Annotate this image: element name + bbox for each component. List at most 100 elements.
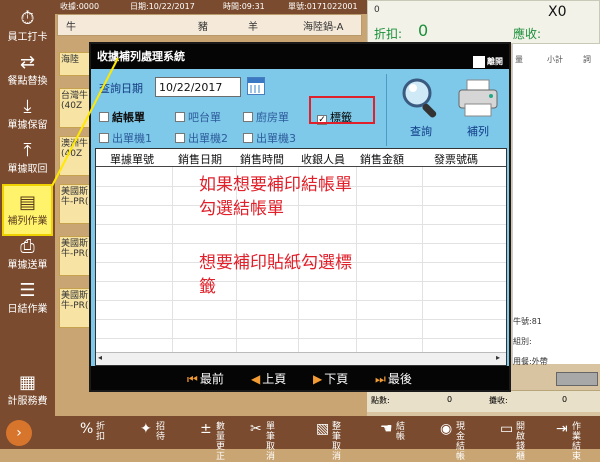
swap-icon: ⇄ bbox=[19, 52, 36, 73]
checkbox-bar[interactable]: 吧台單 bbox=[175, 109, 221, 125]
button-label: 開啟錢櫃 bbox=[516, 422, 526, 462]
open-drawer-button[interactable]: ▭ 開啟錢櫃 bbox=[500, 419, 540, 462]
quantity-fix-button[interactable]: ± 數量更正 bbox=[200, 419, 240, 462]
coin-button[interactable] bbox=[556, 372, 598, 386]
highlight-box bbox=[309, 96, 375, 124]
product-tile[interactable]: 美國斯牛-PR( bbox=[59, 184, 92, 224]
button-label: 作業結束 bbox=[572, 422, 582, 462]
void-item-button[interactable]: ✂ 單筆取消 bbox=[250, 419, 290, 462]
button-label: 現金結帳 bbox=[456, 422, 466, 462]
checkbox-receipt[interactable]: 結帳單 bbox=[99, 109, 145, 125]
download-icon: ⤓ bbox=[23, 96, 32, 117]
last-page-button[interactable]: ⏭ 最後 bbox=[375, 370, 412, 387]
sidebar-item-label: 單據保留 bbox=[7, 120, 48, 131]
void-order-button[interactable]: ▧ 整筆取消 bbox=[316, 419, 356, 462]
product-tile[interactable]: 澳洲牛(40Z bbox=[59, 136, 92, 176]
last-page-icon: ⏭ bbox=[375, 372, 386, 386]
toolbar-divider bbox=[386, 74, 387, 146]
category-info: 組別: bbox=[513, 337, 532, 346]
reprint-dialog: 收據補列處理系統 離開 查詢日期 結帳單 吧台單 廚房單 ✓標籤 出單機1 出單… bbox=[89, 42, 511, 392]
checkbox-kitchen[interactable]: 廚房單 bbox=[243, 109, 289, 125]
order-no: 單號:0171022001 bbox=[288, 2, 358, 11]
calendar-icon[interactable] bbox=[247, 77, 265, 95]
next-page-button[interactable]: ▶ 下頁 bbox=[313, 370, 348, 387]
search-label: 查詢 bbox=[410, 125, 432, 138]
discount-value: 0 bbox=[418, 21, 429, 40]
search-button[interactable]: 查詢 bbox=[397, 76, 445, 144]
checkbox-box[interactable] bbox=[99, 133, 109, 143]
dining-type: 用餐:外帶 bbox=[513, 357, 548, 366]
list-header: 小計 bbox=[547, 55, 563, 64]
coin-count: 0 bbox=[374, 5, 380, 15]
sidebar-item-daily-close[interactable]: ☰ 日結作業 bbox=[2, 274, 53, 326]
time-display: 時間:09:31 bbox=[223, 2, 265, 11]
list-header: 量 bbox=[515, 55, 523, 64]
annotation-receipt: 如果想要補印結帳單 勾選結帳單 bbox=[199, 175, 352, 219]
category-tab[interactable]: 牛 bbox=[66, 18, 76, 33]
printer-icon bbox=[458, 79, 498, 117]
product-tile[interactable]: 海陸 bbox=[59, 52, 92, 76]
points-bar: 點數: 0 攤收: 0 bbox=[367, 390, 600, 412]
date-input[interactable] bbox=[155, 77, 241, 97]
discount-label: 折扣: bbox=[374, 27, 403, 41]
discount-button[interactable]: % 折扣 bbox=[80, 419, 120, 447]
checkbox-printer-1[interactable]: 出單機1 bbox=[99, 130, 152, 146]
first-page-icon: ⏮ bbox=[187, 372, 198, 386]
checkbox-box[interactable] bbox=[175, 133, 185, 143]
column-header: 銷售日期 bbox=[178, 153, 222, 166]
checkbox-box[interactable] bbox=[243, 133, 253, 143]
button-label: 整筆取消 bbox=[332, 422, 342, 462]
checkbox-printer-2[interactable]: 出單機2 bbox=[175, 130, 228, 146]
horizontal-scrollbar[interactable]: ◂ ▸ bbox=[96, 352, 506, 365]
points-value: 0 bbox=[447, 395, 453, 404]
clipboard-icon: ▧ bbox=[316, 421, 330, 437]
product-tile[interactable]: 台灣牛(40Z bbox=[59, 88, 92, 128]
table-header: 單據單號 銷售日期 銷售時間 收銀人員 銷售金額 發票號碼 bbox=[96, 149, 506, 167]
checkbox-printer-3[interactable]: 出單機3 bbox=[243, 130, 296, 146]
order-item-list[interactable]: 量 小計 詞 牛號:81 組別: 用餐:外帶 bbox=[512, 44, 600, 366]
reprint-label: 補列 bbox=[467, 125, 489, 138]
next-page-icon: ▶ bbox=[313, 372, 323, 386]
prev-page-button[interactable]: ◀ 上頁 bbox=[251, 370, 286, 387]
chevron-right-icon[interactable]: › bbox=[6, 420, 32, 446]
sidebar-item-label: 員工打卡 bbox=[7, 32, 48, 43]
cash-checkout-button[interactable]: ◉ 現金結帳 bbox=[440, 419, 480, 462]
product-tile[interactable]: 美國斯牛-PR( bbox=[59, 236, 92, 276]
annotation-sticker: 想要補印貼紙勾選標 籤 bbox=[199, 253, 352, 297]
scroll-right-icon[interactable]: ▸ bbox=[496, 353, 500, 362]
receipt-no: 收據:0000 bbox=[60, 2, 100, 11]
reprint-button[interactable]: 補列 bbox=[453, 76, 503, 144]
checkbox-box[interactable] bbox=[243, 112, 253, 122]
printer-icon: ⎙ bbox=[20, 236, 35, 257]
category-tab[interactable]: 海陸鍋-A bbox=[303, 18, 343, 33]
dialog-title: 收據補列處理系統 bbox=[97, 50, 185, 63]
comp-button[interactable]: ✦ 招待 bbox=[140, 419, 180, 447]
search-icon bbox=[402, 78, 437, 118]
left-sidebar: ⏱ 員工打卡 ⇄ 餐點替換 ⤓ 單據保留 ⤒ 單據取回 ▤ 補列作業 ⎙ 單據送… bbox=[0, 0, 55, 416]
button-label: 結帳 bbox=[396, 422, 406, 442]
end-session-button[interactable]: ⇥ 作業結束 bbox=[556, 419, 596, 462]
scroll-left-icon[interactable]: ◂ bbox=[98, 353, 102, 362]
sidebar-item-reprint[interactable]: ▤ 補列作業 bbox=[2, 184, 53, 236]
category-tab[interactable]: 羊 bbox=[248, 18, 258, 33]
checkbox-box[interactable] bbox=[99, 112, 109, 122]
checkout-button[interactable]: ☚ 結帳 bbox=[380, 419, 420, 447]
column-header: 單據單號 bbox=[110, 153, 154, 166]
first-page-button[interactable]: ⏮ 最前 bbox=[187, 370, 224, 387]
sidebar-item-retrieve-order[interactable]: ⤒ 單據取回 bbox=[2, 134, 53, 186]
close-button[interactable]: 離開 bbox=[473, 49, 503, 74]
upload-icon: ⤒ bbox=[23, 140, 32, 161]
sidebar-item-service-fee[interactable]: ▦ 計服務費 bbox=[2, 366, 53, 418]
scissors-icon: ✂ bbox=[250, 421, 262, 437]
receipt-table[interactable]: 單據單號 銷售日期 銷售時間 收銀人員 銷售金額 發票號碼 ◂ ▸ 如果想要補印… bbox=[95, 148, 507, 366]
exit-icon: ⇥ bbox=[556, 421, 568, 437]
category-tab[interactable]: 豬 bbox=[198, 18, 208, 33]
percent-icon: % bbox=[80, 421, 94, 437]
dialog-title-bar: 收據補列處理系統 離開 bbox=[91, 44, 509, 69]
receivable-label: 應收: bbox=[513, 27, 542, 41]
product-tile[interactable]: 美國斯牛-PR( bbox=[59, 288, 92, 328]
button-label: 單筆取消 bbox=[266, 422, 276, 462]
checkbox-box[interactable] bbox=[175, 112, 185, 122]
sidebar-item-label: 單據取回 bbox=[7, 164, 48, 175]
points-label: 點數: bbox=[371, 396, 390, 405]
